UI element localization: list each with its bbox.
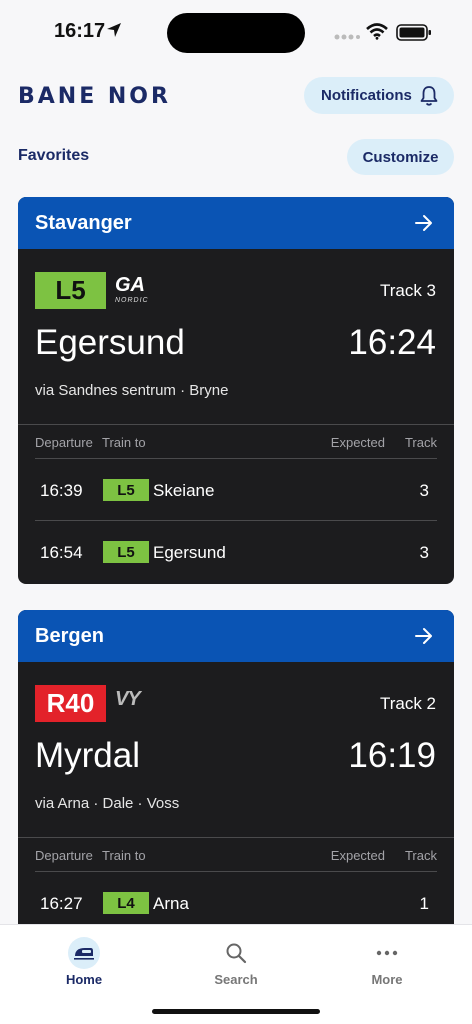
search-icon xyxy=(226,943,247,964)
bell-icon xyxy=(420,86,438,106)
dynamic-island xyxy=(167,13,305,53)
via-stops: via Sandnes sentrum · Bryne xyxy=(35,382,229,399)
station-header[interactable]: Stavanger xyxy=(18,197,454,249)
operator-logo-sub: NORDIC xyxy=(115,297,149,304)
track-label: Track 3 xyxy=(379,281,436,300)
status-time: 16:17 xyxy=(54,20,106,42)
row-line-badge: L4 xyxy=(103,892,149,914)
destination: Egersund xyxy=(35,323,185,362)
station-header[interactable]: Bergen xyxy=(18,610,454,662)
row-time: 16:39 xyxy=(40,481,83,500)
tab-home[interactable]: Home xyxy=(24,925,144,997)
row-destination: Arna xyxy=(153,894,189,913)
location-arrow-icon xyxy=(107,23,121,37)
train-icon xyxy=(68,937,100,969)
table-row[interactable]: 16:54 L5 Egersund 3 xyxy=(35,521,437,583)
track-label: Track 2 xyxy=(379,694,436,713)
tab-more[interactable]: More xyxy=(327,925,447,997)
row-time: 16:54 xyxy=(40,543,83,562)
tab-label: More xyxy=(371,972,403,987)
col-train-to: Train to xyxy=(102,848,146,863)
home-indicator xyxy=(152,1009,320,1014)
wifi-icon xyxy=(366,23,388,40)
favorites-title: Favorites xyxy=(18,147,90,164)
col-expected: Expected xyxy=(330,435,385,450)
row-track: 1 xyxy=(419,894,429,913)
notifications-label: Notifications xyxy=(321,87,412,104)
notifications-button[interactable]: Notifications xyxy=(304,77,454,114)
battery-icon xyxy=(396,24,431,41)
destination: Myrdal xyxy=(35,736,141,775)
tab-label: Home xyxy=(65,972,103,987)
departure-time: 16:19 xyxy=(348,736,436,775)
next-departure: L5 GA NORDIC Track 3 Egersund 16:24 via … xyxy=(18,249,454,424)
line-badge: R40 xyxy=(35,685,106,722)
row-track: 3 xyxy=(419,543,429,562)
col-track: Track xyxy=(404,848,437,863)
operator-logo-go-ahead: GA xyxy=(115,274,145,296)
station-name: Stavanger xyxy=(35,211,132,234)
departures-table: Departure Train to Expected Track 16:39 … xyxy=(18,424,454,583)
row-line-badge: L5 xyxy=(103,479,149,501)
table-header: Departure Train to Expected Track xyxy=(35,425,437,459)
row-destination: Egersund xyxy=(153,543,226,562)
col-departure: Departure xyxy=(35,435,93,450)
tab-label: Search xyxy=(214,972,258,987)
tab-search[interactable]: Search xyxy=(176,925,296,997)
row-line-badge: L5 xyxy=(103,541,149,563)
table-header: Departure Train to Expected Track xyxy=(35,838,437,872)
col-departure: Departure xyxy=(35,848,93,863)
favorite-card-bergen[interactable]: Bergen R40 VY Track 2 Myrdal 16:19 via A… xyxy=(18,610,454,940)
table-row[interactable]: 16:39 L5 Skeiane 3 xyxy=(35,459,437,521)
favorite-card-stavanger[interactable]: Stavanger L5 GA NORDIC Track 3 Egersund … xyxy=(18,197,454,584)
station-name: Bergen xyxy=(35,624,104,647)
col-track: Track xyxy=(404,435,437,450)
status-bar: 16:17 xyxy=(0,0,472,64)
row-time: 16:27 xyxy=(40,894,83,913)
col-train-to: Train to xyxy=(102,435,146,450)
via-stops: via Arna · Dale · Voss xyxy=(35,795,180,812)
row-destination: Skeiane xyxy=(153,481,215,500)
arrow-right-icon xyxy=(415,628,432,644)
arrow-right-icon xyxy=(415,215,432,231)
customize-button[interactable]: Customize xyxy=(347,139,454,175)
row-track: 3 xyxy=(419,481,429,500)
next-departure: R40 VY Track 2 Myrdal 16:19 via Arna · D… xyxy=(18,662,454,837)
col-expected: Expected xyxy=(330,848,385,863)
cellular-signal-icon xyxy=(334,34,360,40)
line-badge: L5 xyxy=(35,272,106,309)
departures-table: Departure Train to Expected Track 16:27 … xyxy=(18,837,454,934)
operator-logo-vy: VY xyxy=(115,688,141,710)
bane-nor-logo: BANE NOR xyxy=(18,84,171,109)
more-icon xyxy=(376,950,398,956)
departure-time: 16:24 xyxy=(348,323,436,362)
